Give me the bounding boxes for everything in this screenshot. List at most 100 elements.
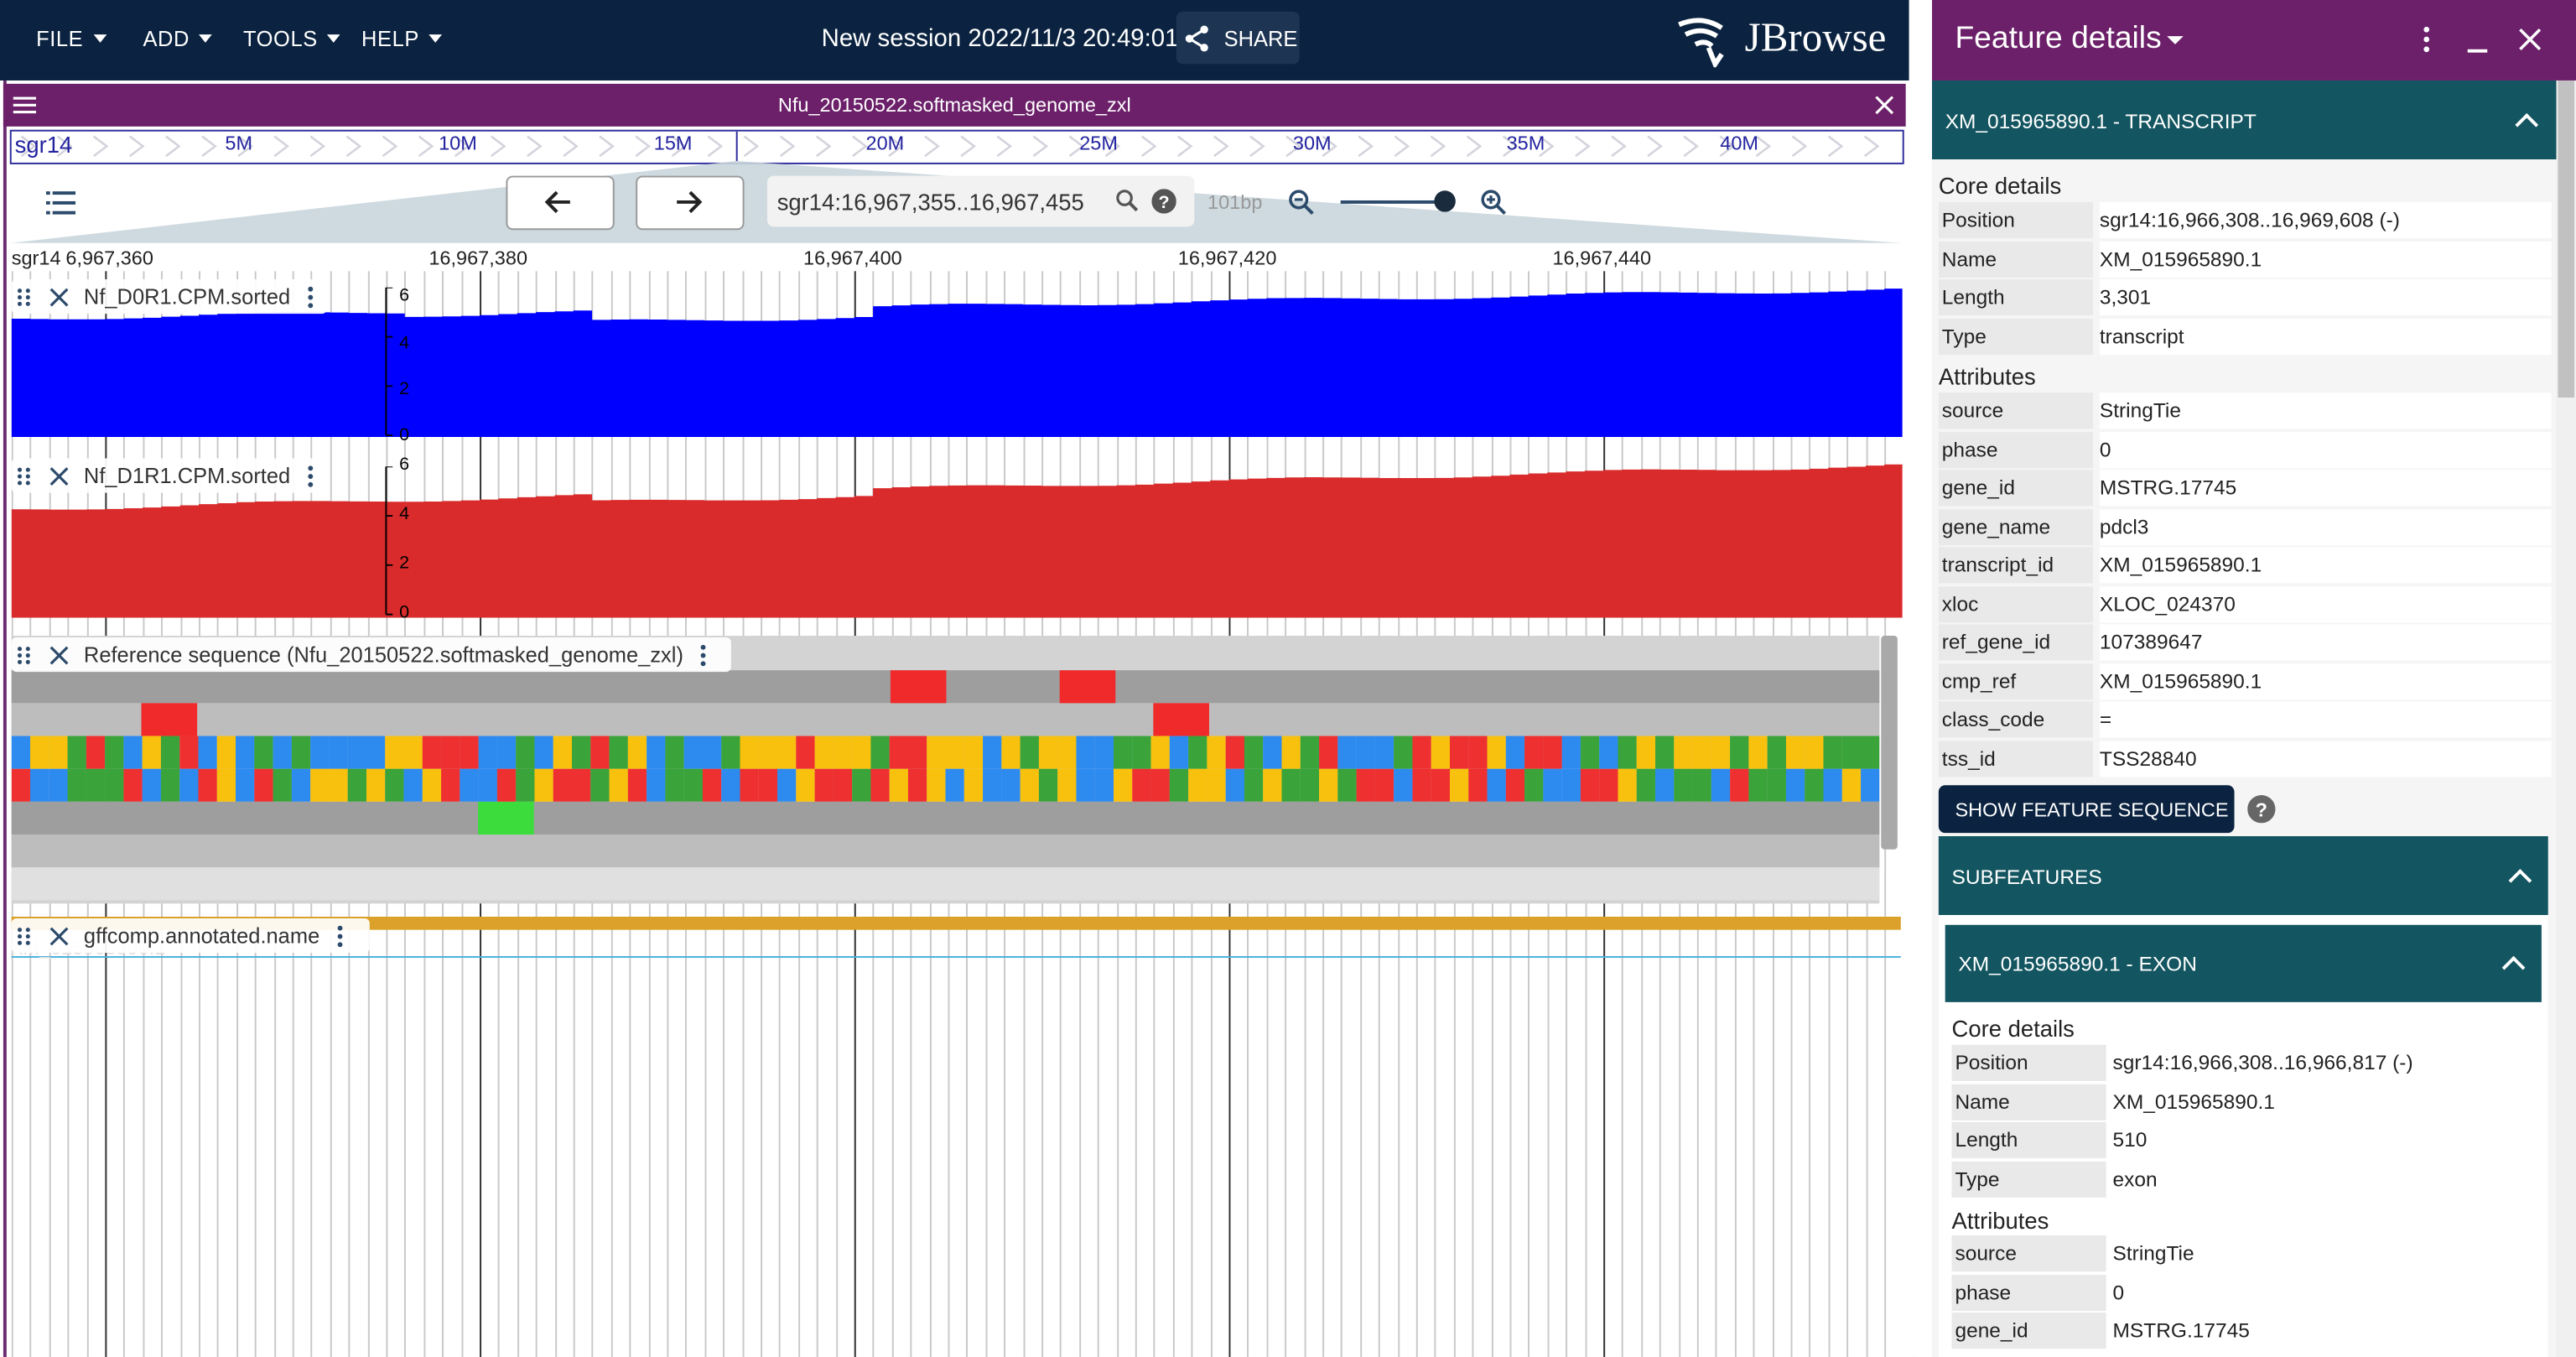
share-icon: [1185, 25, 1208, 52]
drag-handle-icon[interactable]: [17, 465, 34, 486]
view-title[interactable]: Nfu_20150522.softmasked_genome_zxl: [3, 94, 1906, 117]
drag-handle-icon[interactable]: [17, 645, 34, 665]
field-value: pdcl3: [2099, 508, 2552, 545]
track-scrollbar[interactable]: [1881, 636, 1898, 850]
stop-codon: [1059, 670, 1116, 704]
track-selector-icon[interactable]: [45, 190, 76, 215]
track-menu-icon[interactable]: [305, 285, 315, 308]
core-details-heading: Core details: [1938, 172, 2062, 200]
axis-label: 4: [399, 504, 410, 524]
field-value: 3,301: [2099, 278, 2552, 316]
zoom-slider-thumb[interactable]: [1434, 190, 1456, 212]
field-value: MSTRG.17745: [2099, 470, 2552, 507]
field-key: xloc: [1938, 585, 2094, 622]
bp-per-view-label: 101bp: [1208, 190, 1263, 214]
field-value: XLOC_024370: [2099, 585, 2552, 622]
overview-tick-label: 25M: [1079, 131, 1118, 155]
field-key: phase: [1951, 1274, 2106, 1311]
file-menu[interactable]: FILE: [36, 26, 106, 51]
view-menu-icon[interactable]: [13, 96, 37, 116]
panel-divider[interactable]: [1909, 0, 1933, 1357]
zoom-out-icon[interactable]: [1288, 189, 1314, 216]
track-axis-d0r1: [385, 287, 393, 437]
overview-tick-label: 5M: [225, 131, 253, 155]
field-key: Length: [1951, 1121, 2106, 1158]
field-value: XM_015965890.1: [2099, 240, 2552, 278]
field-value: XM_015965890.1: [2099, 547, 2552, 584]
axis-label: 6: [399, 285, 410, 306]
translation-frame-row: [11, 703, 1880, 736]
field-key: Type: [1938, 318, 2094, 355]
axis-label: 2: [399, 554, 410, 574]
chevron-down-icon[interactable]: [2167, 36, 2184, 44]
ruler-tick-label: 16,967,420: [1177, 246, 1277, 270]
view-header: Nfu_20150522.softmasked_genome_zxl: [3, 83, 1906, 127]
svg-text:?: ?: [1159, 192, 1170, 212]
field-value: 0: [2112, 1274, 2543, 1311]
exon-attributes-heading: Attributes: [1951, 1207, 2049, 1235]
axis-label: 2: [399, 379, 410, 399]
attributes-heading: Attributes: [1938, 362, 2036, 390]
panel-menu-icon[interactable]: [2422, 26, 2432, 53]
help-icon[interactable]: ?: [1151, 189, 1176, 214]
tools-menu[interactable]: TOOLS: [243, 26, 341, 51]
track-name: gffcomp.annotated.name: [83, 923, 320, 949]
ruler-tick-label: 16,967,440: [1552, 246, 1652, 270]
zoom-slider-track[interactable]: [1340, 200, 1446, 204]
field-key: class_code: [1938, 701, 2094, 738]
subfeatures-title: SUBFEATURES: [1951, 866, 2102, 889]
help-menu-label: HELP: [361, 26, 419, 51]
translation-frame-row: [11, 867, 1880, 901]
arrow-right-icon: [677, 190, 703, 214]
close-track-icon[interactable]: [49, 926, 70, 946]
ruler-chrom-label: sgr14: [11, 246, 61, 270]
overview-chrom-label: sgr14: [14, 131, 73, 159]
zoom-in-icon[interactable]: [1480, 189, 1507, 216]
overview-chevrons: [20, 131, 1901, 161]
track-label-d1r1: Nf_D1R1.CPM.sorted: [11, 458, 327, 493]
close-track-icon[interactable]: [49, 465, 70, 486]
field-value: TSS28840: [2099, 740, 2552, 777]
jbrowse-logo-icon: [1678, 18, 1724, 68]
chevron-down-icon: [93, 34, 106, 43]
field-value: StringTie: [2099, 393, 2552, 429]
drag-handle-icon[interactable]: [17, 926, 34, 946]
field-key: cmp_ref: [1938, 663, 2094, 699]
field-key: phase: [1938, 431, 2094, 468]
translation-frame-row: [11, 801, 1880, 835]
field-value: StringTie: [2112, 1235, 2543, 1272]
session-name[interactable]: New session 2022/11/3 20:49:01: [822, 24, 1179, 52]
drag-handle-icon[interactable]: [17, 287, 34, 307]
track-menu-icon[interactable]: [699, 643, 709, 666]
field-value: XM_015965890.1: [2112, 1083, 2543, 1120]
field-value: sgr14:16,966,308..16,969,608 (-): [2099, 201, 2552, 239]
field-key: ref_gene_id: [1938, 624, 2094, 661]
track-menu-icon[interactable]: [305, 464, 315, 486]
field-value: exon: [2112, 1160, 2543, 1197]
search-icon[interactable]: [1115, 189, 1139, 212]
axis-label: 0: [399, 425, 410, 445]
field-value: sgr14:16,966,308..16,966,817 (-): [2112, 1044, 2543, 1081]
feature-connector-line: [11, 956, 1901, 958]
close-track-icon[interactable]: [49, 287, 70, 307]
track-name: Nf_D1R1.CPM.sorted: [83, 463, 291, 488]
overview-tick-label: 10M: [439, 131, 477, 155]
close-view-icon[interactable]: [1874, 96, 1894, 116]
help-menu[interactable]: HELP: [361, 26, 443, 51]
feature-details-title[interactable]: Feature details: [1955, 21, 2161, 57]
chevron-down-icon: [428, 34, 443, 43]
track-menu-icon[interactable]: [335, 924, 345, 947]
track-axis-d1r1: [385, 466, 393, 616]
field-key: source: [1938, 393, 2094, 429]
transcript-section-title: XM_015965890.1 - TRANSCRIPT: [1945, 110, 2257, 133]
help-icon[interactable]: ?: [2247, 795, 2276, 824]
arrow-left-icon: [544, 190, 570, 214]
close-panel-icon[interactable]: [2518, 28, 2542, 51]
close-track-icon[interactable]: [49, 645, 70, 665]
field-key: Name: [1938, 240, 2094, 278]
minimize-icon[interactable]: [2467, 49, 2488, 53]
panel-scrollbar-thumb[interactable]: [2558, 80, 2575, 398]
add-menu[interactable]: ADD: [143, 26, 213, 51]
chevron-down-icon: [199, 34, 213, 43]
field-value: MSTRG.17745: [2112, 1313, 2543, 1349]
